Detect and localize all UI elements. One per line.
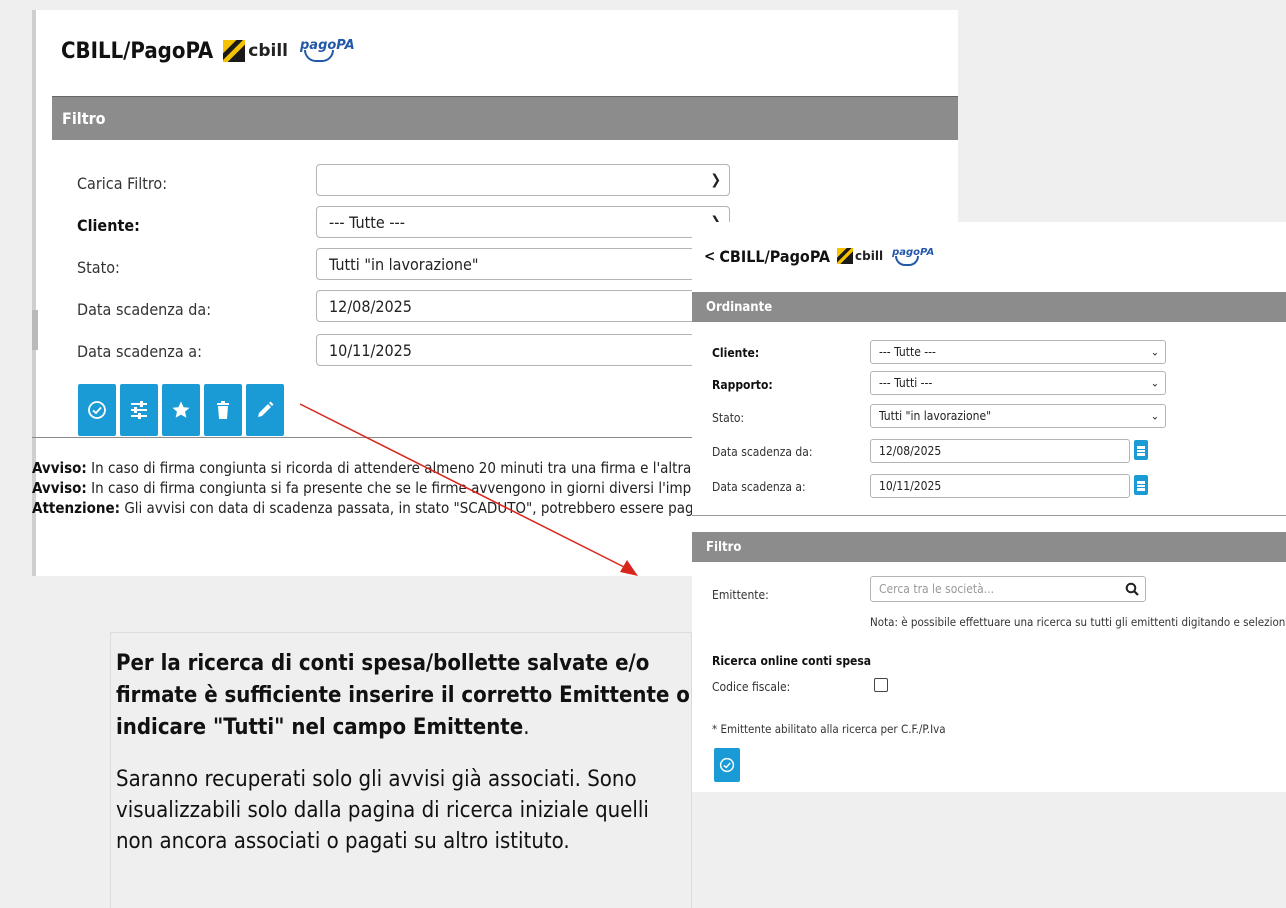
data-scadenza-da-label: Data scadenza da: [712, 445, 813, 459]
data-scadenza-a-input[interactable]: 10/11/2025 [316, 334, 730, 366]
cliente-select[interactable]: --- Tutte --- ⌄ [870, 340, 1166, 364]
data-scadenza-a-label: Data scadenza a: [77, 342, 202, 361]
cbill-logo-text: cbill [248, 41, 288, 61]
stato-select[interactable]: Tutti "in lavorazione" ⌄ [870, 404, 1166, 428]
notice-line: Avviso: In caso di firma congiunta si fa… [32, 478, 722, 498]
cliente-value: --- Tutte --- [879, 345, 936, 359]
emittente-label: Emittente: [712, 588, 769, 602]
data-scadenza-da-value: 12/08/2025 [879, 444, 942, 458]
stato-value: Tutti "in lavorazione" [329, 254, 479, 274]
check-circle-icon [88, 401, 106, 419]
chevron-down-icon: ⌄ [1150, 376, 1159, 390]
chevron-down-icon: ⌄ [1150, 345, 1159, 359]
filter-panel-mobile: < CBILL/PagoPA cbill pagoPA Ordinante Cl… [692, 222, 1286, 908]
page-header: < CBILL/PagoPA cbill pagoPA [704, 244, 934, 268]
chevron-down-icon: ❯ [710, 172, 721, 188]
footnote-text: * Emittente abilitato alla ricerca per C… [712, 722, 946, 736]
notice-text: Gli avvisi con data di scadenza passata,… [120, 499, 722, 517]
calendar-icon[interactable] [1134, 475, 1148, 495]
data-scadenza-da-input[interactable]: 12/08/2025 [316, 290, 730, 322]
data-scadenza-a-input[interactable]: 10/11/2025 [870, 474, 1130, 498]
cliente-select[interactable]: --- Tutte --- ❯ [316, 206, 730, 238]
ordinante-section-title: Ordinante [706, 299, 773, 315]
ordinante-section-header: Ordinante [692, 292, 1286, 322]
info-strong-end: . [523, 715, 530, 740]
stato-label: Stato: [712, 411, 745, 425]
info-strong-text: Per la ricerca di conti spesa/bollette s… [116, 648, 692, 744]
cliente-value: --- Tutte --- [329, 212, 405, 232]
calendar-icon[interactable] [1134, 440, 1148, 460]
chevron-down-icon: ⌄ [1150, 409, 1159, 423]
page-title: CBILL/PagoPA [61, 38, 214, 64]
empty-area [692, 792, 1286, 908]
edit-filter-button[interactable] [246, 384, 284, 436]
delete-filter-button[interactable] [204, 384, 242, 436]
cbill-logo: cbill [837, 248, 883, 264]
codice-fiscale-label: Codice fiscale: [712, 680, 791, 694]
advanced-filter-button[interactable] [120, 384, 158, 436]
ricerca-online-title: Ricerca online conti spesa [712, 654, 872, 668]
rapporto-select[interactable]: --- Tutti --- ⌄ [870, 371, 1166, 395]
data-scadenza-da-label: Data scadenza da: [77, 300, 212, 319]
emittente-placeholder: Cerca tra le società... [879, 582, 995, 596]
data-scadenza-da-value: 12/08/2025 [329, 296, 412, 316]
pagopa-logo: pagoPA [892, 247, 934, 266]
notice-label: Attenzione: [32, 499, 121, 517]
codice-fiscale-checkbox[interactable] [874, 678, 888, 692]
notice-label: Avviso: [32, 479, 87, 497]
info-normal-text: Saranno recuperati solo gli avvisi già a… [116, 767, 649, 854]
save-favorite-button[interactable] [162, 384, 200, 436]
cbill-logo-mark [837, 248, 854, 264]
filtro-section-header: Filtro [692, 532, 1286, 562]
carica-filtro-select[interactable]: ❯ [316, 164, 730, 196]
filtro-section-title: Filtro [706, 539, 742, 555]
scroll-marker[interactable] [32, 310, 38, 350]
pencil-icon [258, 401, 274, 417]
cliente-label: Cliente: [712, 346, 760, 360]
page-header: CBILL/PagoPA cbill pagoPA [61, 36, 355, 66]
search-icon[interactable] [1125, 582, 1139, 596]
check-circle-icon [719, 757, 735, 773]
cbill-logo-text: cbill [855, 249, 884, 263]
notice-label: Avviso: [32, 459, 87, 477]
stato-value: Tutti "in lavorazione" [879, 409, 992, 423]
back-icon[interactable]: < [704, 247, 715, 265]
filter-section-title: Filtro [62, 109, 106, 128]
trash-icon [217, 401, 229, 419]
cliente-label: Cliente: [77, 216, 140, 235]
emittente-note: Nota: è possibile effettuare una ricerca… [870, 615, 1286, 629]
cbill-logo-mark [223, 40, 246, 62]
rapporto-value: --- Tutti --- [879, 376, 933, 390]
apply-filter-button[interactable] [78, 384, 116, 436]
notice-text: In caso di firma congiunta si ricorda di… [86, 459, 713, 477]
sliders-icon [131, 401, 147, 419]
search-submit-button[interactable] [714, 748, 740, 782]
notice-line: Avviso: In caso di firma congiunta si ri… [32, 458, 722, 478]
data-scadenza-a-value: 10/11/2025 [329, 340, 412, 360]
data-scadenza-a-label: Data scadenza a: [712, 480, 806, 494]
data-scadenza-da-input[interactable]: 12/08/2025 [870, 439, 1130, 463]
cbill-logo: cbill [223, 40, 288, 62]
filter-section-header: Filtro [52, 96, 958, 140]
data-scadenza-a-value: 10/11/2025 [879, 479, 942, 493]
stato-select[interactable]: Tutti "in lavorazione" [316, 248, 730, 280]
rapporto-label: Rapporto: [712, 378, 773, 392]
stato-label: Stato: [77, 258, 120, 277]
notices-block: Avviso: In caso di firma congiunta si ri… [32, 458, 722, 518]
page-title: CBILL/PagoPA [719, 246, 831, 266]
carica-filtro-label: Carica Filtro: [77, 174, 168, 193]
section-divider [692, 515, 1286, 516]
info-strong-main: Per la ricerca di conti spesa/bollette s… [116, 651, 690, 740]
notice-line: Attenzione: Gli avvisi con data di scade… [32, 498, 722, 518]
pagopa-logo: pagoPA [300, 38, 355, 62]
star-icon [172, 401, 190, 418]
emittente-search-input[interactable]: Cerca tra le società... [870, 576, 1146, 602]
filter-toolbar [78, 384, 284, 436]
notice-text: In caso di firma congiunta si fa present… [86, 479, 719, 497]
